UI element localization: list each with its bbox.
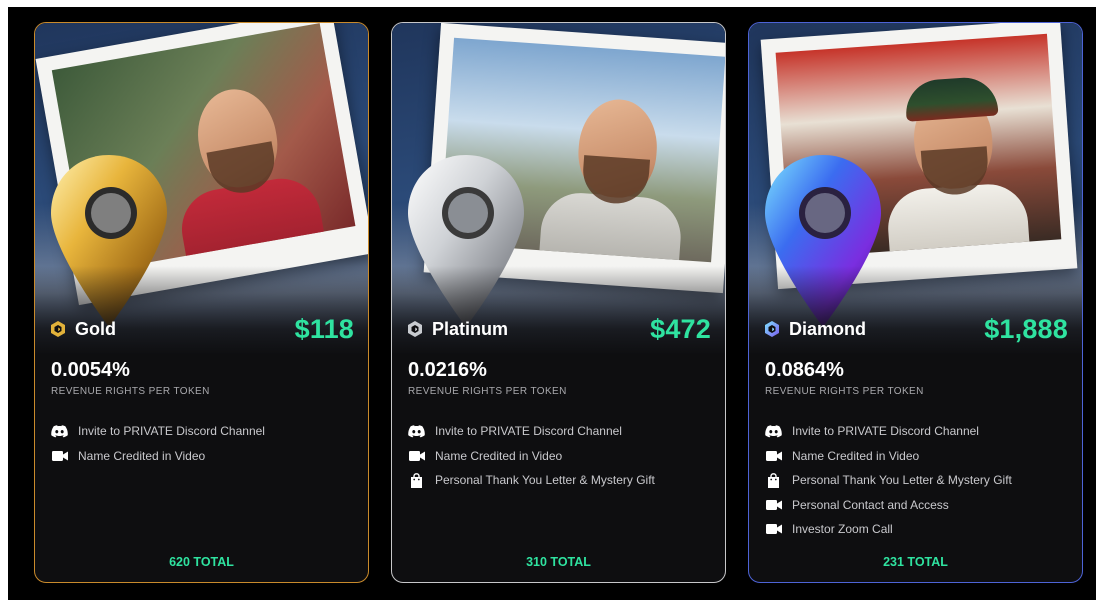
video-camera-icon — [408, 449, 425, 463]
card-hero-image — [749, 23, 1082, 356]
tier-card-diamond[interactable]: Diamond $1,888 0.0864% REVENUE RIGHTS PE… — [748, 22, 1083, 583]
tier-label: Diamond — [763, 319, 866, 340]
tier-name-text: Gold — [75, 318, 116, 339]
perk-text: Name Credited in Video — [435, 448, 563, 463]
tier-name-text: Platinum — [432, 318, 509, 339]
tier-total-supply: 620 TOTAL — [169, 555, 234, 569]
perk-text: Name Credited in Video — [78, 448, 206, 463]
discord-icon — [765, 424, 782, 438]
tier-total-supply: 231 TOTAL — [883, 555, 948, 569]
revenue-share-label: REVENUE RIGHTS PER TOKEN — [765, 386, 924, 397]
perk-item: Investor Zoom Call — [765, 517, 1068, 542]
perk-list: Invite to PRIVATE Discord Channel Name C… — [408, 419, 711, 493]
tier-card-gold[interactable]: Gold $118 0.0054% REVENUE RIGHTS PER TOK… — [34, 22, 369, 583]
revenue-share-value: 0.0216% — [408, 359, 487, 381]
tier-label: Platinum — [406, 319, 508, 340]
platinum-token-icon — [408, 321, 422, 337]
tier-price: $118 — [294, 313, 354, 344]
perk-item: Personal Contact and Access — [765, 493, 1068, 518]
perk-item: Personal Thank You Letter & Mystery Gift — [408, 468, 711, 493]
perk-item: Name Credited in Video — [408, 444, 711, 469]
perk-text: Invite to PRIVATE Discord Channel — [435, 424, 622, 439]
tier-details: 0.0216% REVENUE RIGHTS PER TOKEN Invite … — [408, 359, 711, 493]
perk-list: Invite to PRIVATE Discord Channel Name C… — [765, 419, 1068, 542]
tier-total-supply: 310 TOTAL — [526, 555, 591, 569]
tier-name-text: Diamond — [789, 318, 867, 339]
card-hero-image — [392, 23, 725, 356]
tier-label: Gold — [49, 319, 116, 340]
revenue-share-label: REVENUE RIGHTS PER TOKEN — [408, 386, 567, 397]
perk-list: Invite to PRIVATE Discord Channel Name C… — [51, 419, 354, 468]
perk-text: Personal Thank You Letter & Mystery Gift — [792, 473, 1012, 488]
video-camera-icon — [765, 498, 782, 512]
diamond-token-icon — [765, 321, 779, 337]
perk-text: Personal Thank You Letter & Mystery Gift — [435, 473, 655, 488]
tier-price: $1,888 — [984, 313, 1068, 344]
gold-token-icon — [51, 321, 65, 337]
perk-item: Invite to PRIVATE Discord Channel — [51, 419, 354, 444]
person-figure — [169, 80, 333, 274]
perk-text: Investor Zoom Call — [792, 522, 893, 537]
person-figure — [885, 75, 1033, 259]
tier-price: $472 — [650, 313, 711, 344]
tier-header: Diamond $1,888 — [763, 311, 1068, 347]
perk-text: Name Credited in Video — [792, 448, 920, 463]
tier-card-platinum[interactable]: Platinum $472 0.0216% REVENUE RIGHTS PER… — [391, 22, 726, 583]
tier-header: Gold $118 — [49, 311, 354, 347]
revenue-share-label: REVENUE RIGHTS PER TOKEN — [51, 386, 210, 397]
shopping-bag-icon — [408, 472, 425, 488]
person-figure — [535, 95, 684, 263]
perk-item: Personal Thank You Letter & Mystery Gift — [765, 468, 1068, 493]
tier-header: Platinum $472 — [406, 311, 711, 347]
perk-text: Invite to PRIVATE Discord Channel — [78, 424, 265, 439]
tier-details: 0.0864% REVENUE RIGHTS PER TOKEN Invite … — [765, 359, 1068, 542]
perk-text: Personal Contact and Access — [792, 497, 949, 512]
discord-icon — [51, 424, 68, 438]
perk-item: Name Credited in Video — [765, 444, 1068, 469]
tier-details: 0.0054% REVENUE RIGHTS PER TOKEN Invite … — [51, 359, 354, 468]
shopping-bag-icon — [765, 472, 782, 488]
video-camera-icon — [51, 449, 68, 463]
video-camera-icon — [765, 449, 782, 463]
video-camera-icon — [765, 522, 782, 536]
revenue-share-value: 0.0054% — [51, 359, 130, 381]
perk-text: Invite to PRIVATE Discord Channel — [792, 424, 979, 439]
perk-item: Name Credited in Video — [51, 444, 354, 469]
card-hero-image — [35, 23, 368, 356]
pricing-tiers-panel: Gold $118 0.0054% REVENUE RIGHTS PER TOK… — [8, 7, 1096, 600]
perk-item: Invite to PRIVATE Discord Channel — [408, 419, 711, 444]
revenue-share-value: 0.0864% — [765, 359, 844, 381]
discord-icon — [408, 424, 425, 438]
perk-item: Invite to PRIVATE Discord Channel — [765, 419, 1068, 444]
